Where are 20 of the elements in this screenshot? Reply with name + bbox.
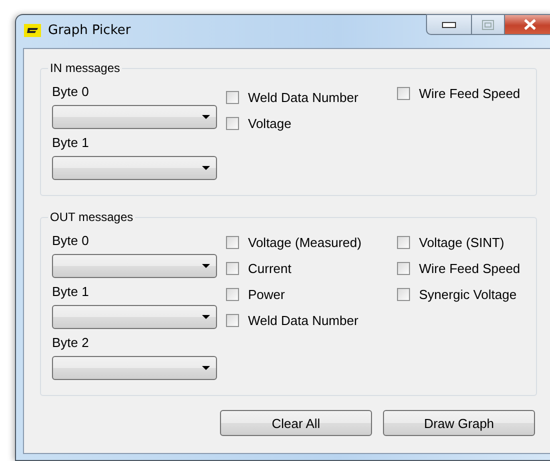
byte-label: Byte 0 [52,84,90,100]
window-title: Graph Picker [48,23,131,38]
checkbox-label: Voltage (SINT) [419,234,504,250]
draw-button[interactable]: Draw Graph [383,410,535,436]
checkbox-label: Power [248,286,285,302]
checkbox-label: Weld Data Number [248,312,358,328]
checkbox-label: Wire Feed Speed [419,260,520,276]
group-title: OUT messages [49,210,134,224]
clear-button[interactable]: Clear All [220,410,372,436]
group-title: IN messages [49,61,122,75]
byte-label: Byte 0 [52,233,90,249]
checkbox-label: Synergic Voltage [419,286,517,302]
checkbox-label: Current [248,260,292,276]
checkbox-label: Voltage (Measured) [248,234,362,250]
checkbox-label: Voltage [248,116,292,130]
byte-label: Byte 2 [52,335,90,351]
checkbox-label: Weld Data Number [248,90,358,104]
byte-label: Byte 1 [52,135,90,151]
checkbox-label: Wire Feed Speed [419,86,520,100]
byte-label: Byte 1 [52,284,90,300]
